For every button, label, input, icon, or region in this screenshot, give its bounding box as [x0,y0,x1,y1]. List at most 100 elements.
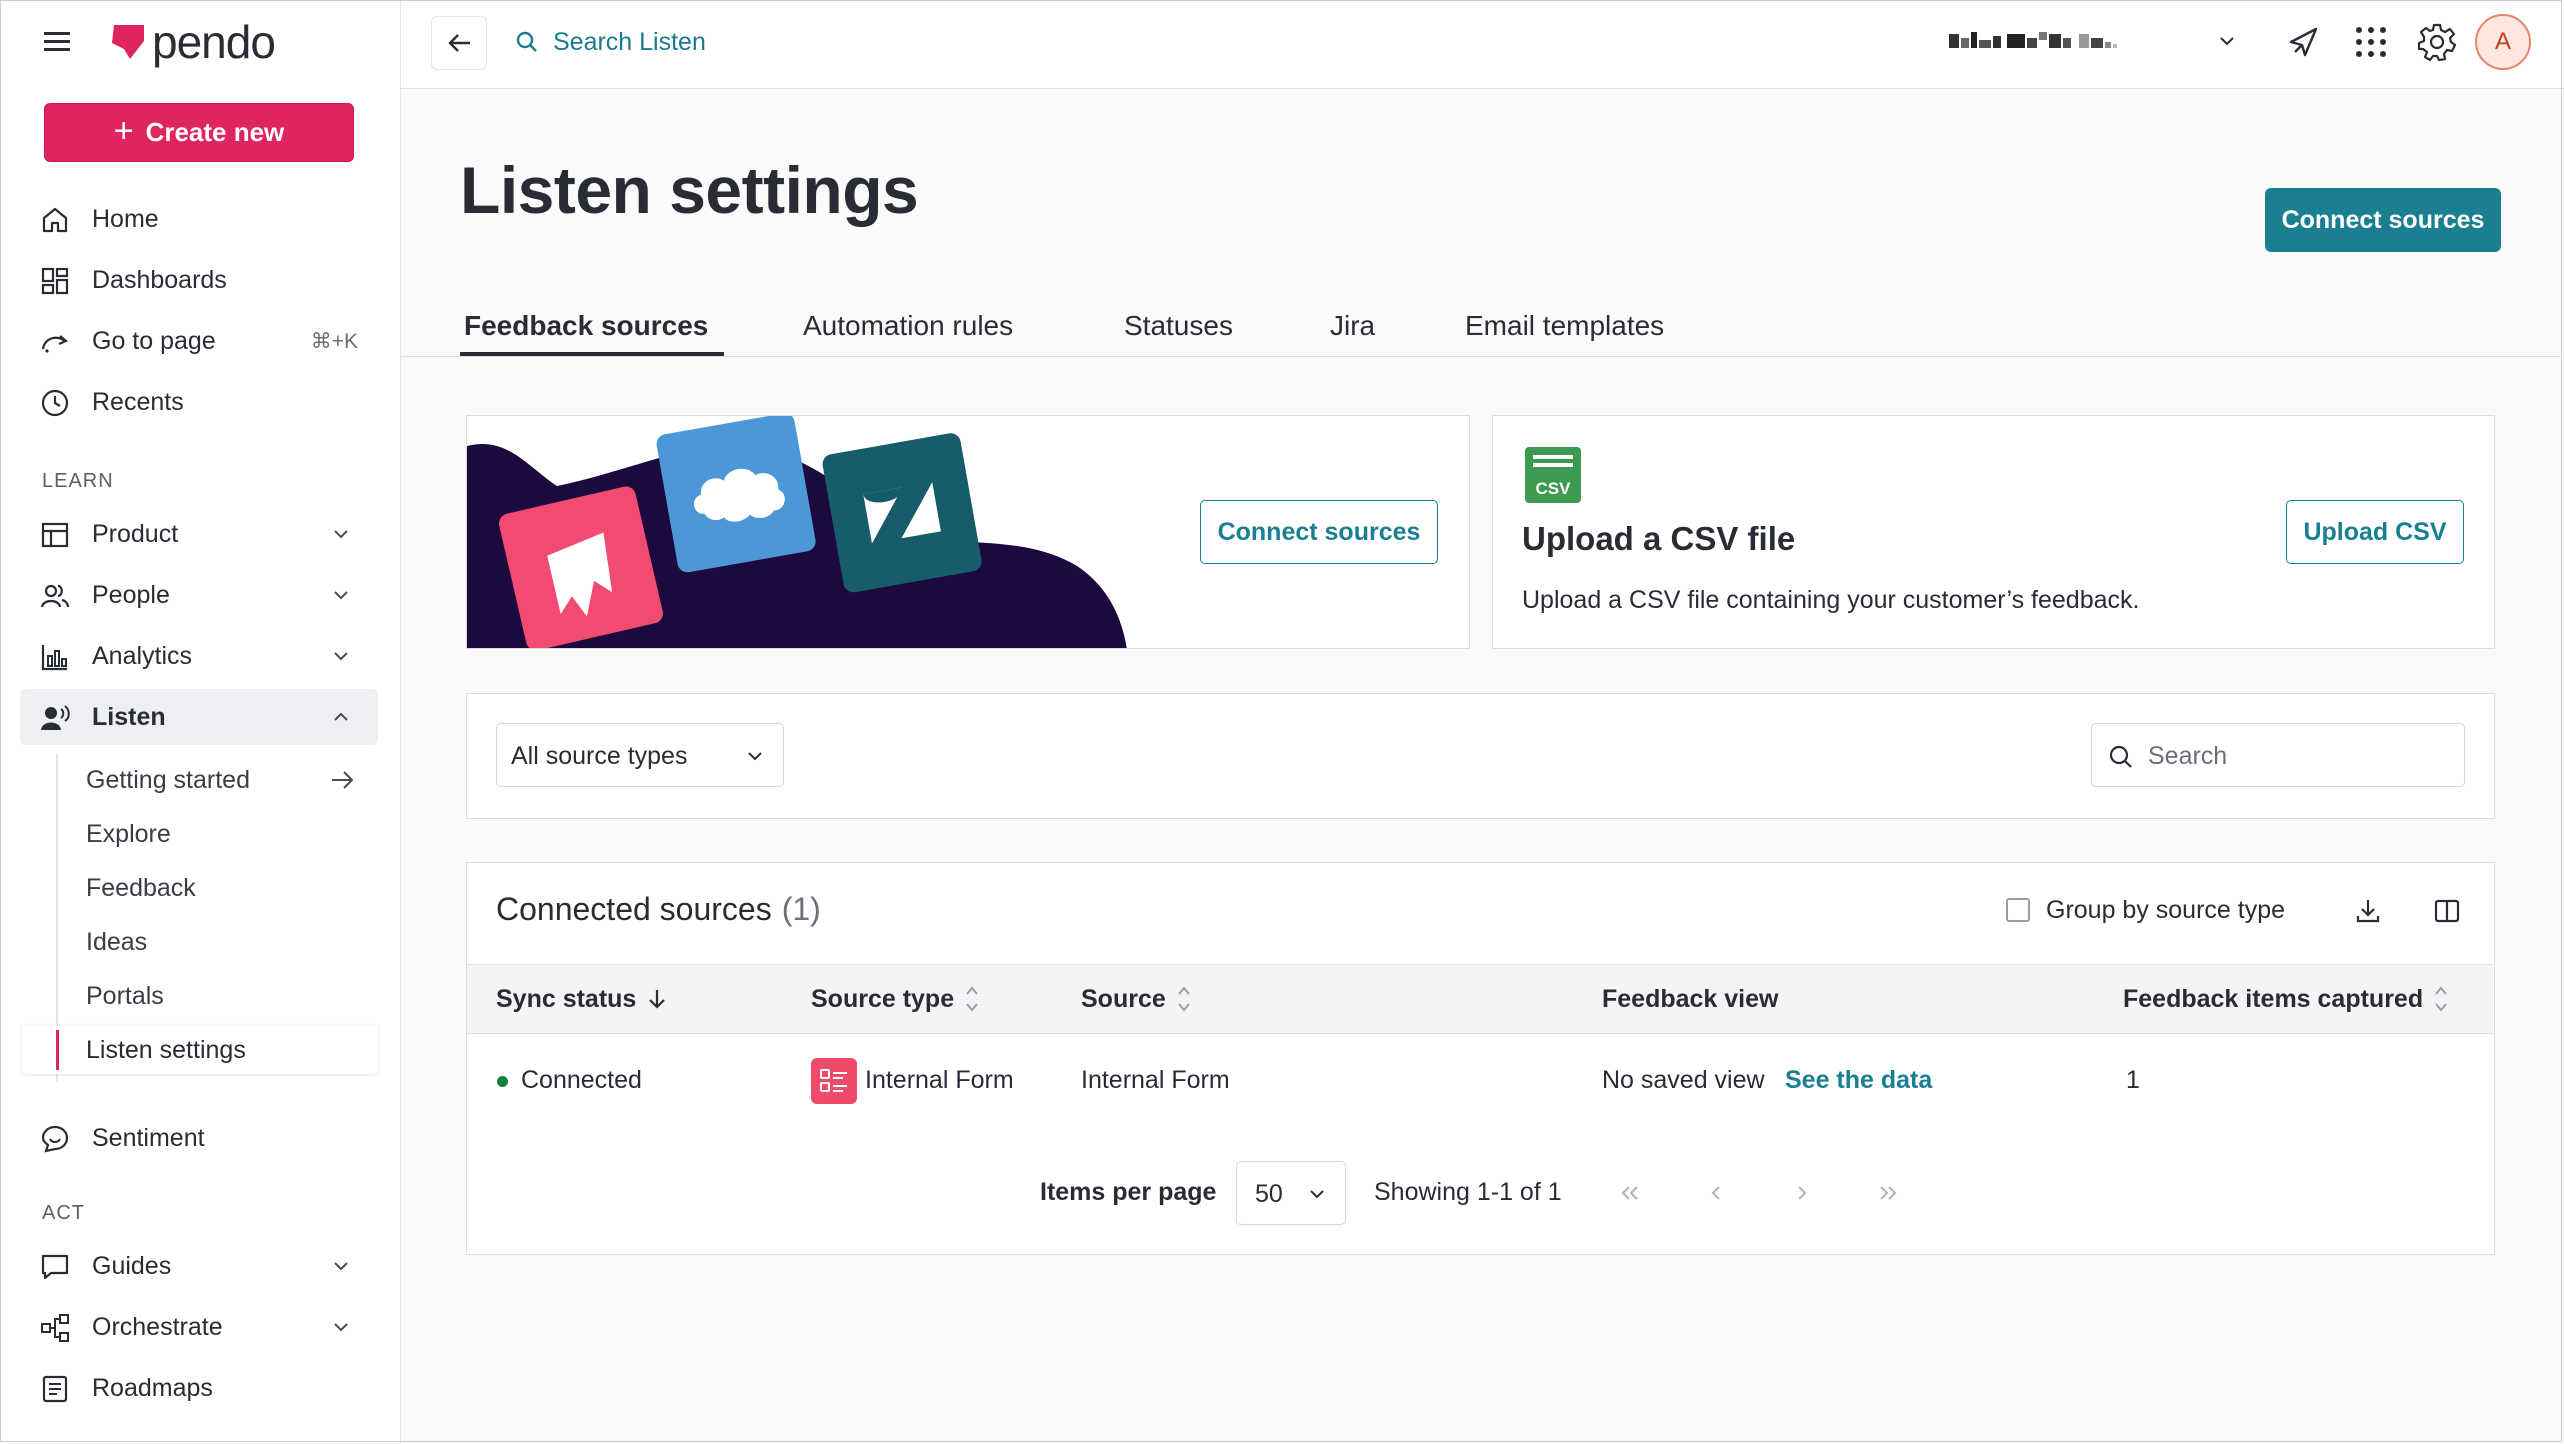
nav-sentiment[interactable]: Sentiment [20,1110,378,1166]
subnav-explore[interactable]: Explore [60,810,378,858]
user-avatar[interactable]: A [2475,14,2531,70]
nav-label: Analytics [92,641,193,670]
items-per-page-select[interactable]: 50 [1236,1161,1346,1225]
chevron-down-icon [748,752,762,761]
csv-title: Upload a CSV file [1522,520,1796,557]
pendo-logo[interactable]: pendo [108,18,276,66]
account-selector-redacted[interactable] [1949,30,2153,52]
sort-down-icon [649,990,666,1009]
pendo-mark-icon [112,25,144,59]
nav-guides[interactable]: Guides [20,1238,378,1294]
chevron-down-icon [1310,1190,1324,1199]
connect-sources-primary-button[interactable]: Connect sources [2265,188,2501,252]
group-by-checkbox[interactable] [2006,898,2030,922]
subnav-ideas[interactable]: Ideas [60,918,378,966]
search-field[interactable] [2091,723,2465,787]
search-input[interactable] [2146,734,2450,778]
subnav-label: Ideas [86,927,148,956]
items-per-page-label: Items per page [1040,1178,1217,1206]
connect-sources-button[interactable]: Connect sources [1200,500,1438,564]
chevron-down-icon [334,530,348,539]
chevron-down-icon [334,591,348,600]
prev-page-icon[interactable] [1701,1178,1731,1208]
create-new-button[interactable]: + Create new [44,103,354,162]
settings-gear-icon[interactable] [2417,22,2457,62]
apps-grid-icon[interactable] [2351,22,2391,62]
announcements-icon[interactable] [2283,22,2323,62]
tab-jira[interactable]: Jira [1330,296,1375,356]
nav-roadmaps[interactable]: Roadmaps [20,1360,378,1416]
subnav-label: Portals [86,981,164,1010]
status-dot-icon [497,1076,508,1087]
group-by-label: Group by source type [2046,896,2286,924]
subnav-getting-started[interactable]: Getting started [60,756,378,804]
col-feedback-view: Feedback view [1602,965,1778,1033]
nav-label: Roadmaps [92,1373,213,1402]
sort-icon [1177,986,1190,1012]
sidebar: pendo + Create new Home Dashboards Go to… [0,0,401,1444]
nav-recents[interactable]: Recents [20,374,378,430]
col-label: Source type [811,984,955,1013]
menu-icon[interactable] [42,28,74,56]
arrow-left-icon [448,34,470,52]
tab-statuses[interactable]: Statuses [1124,296,1233,356]
subnav-listen-settings[interactable]: Listen settings [22,1026,378,1074]
nav-people[interactable]: People [20,567,378,623]
subnav-label: Listen settings [86,1035,246,1064]
col-items-captured[interactable]: Feedback items captured [2123,965,2449,1033]
clock-icon [41,389,69,417]
columns-icon[interactable] [2432,896,2462,926]
act-heading: ACT [42,1202,85,1224]
table-title-text: Connected sources [496,891,772,927]
showing-count: Showing 1-1 of 1 [1374,1178,1562,1206]
last-page-icon[interactable] [1873,1178,1903,1208]
integrations-illustration [467,416,1127,648]
internal-form-icon [811,1058,857,1104]
source-type-select[interactable]: All source types [496,723,784,787]
see-the-data-link[interactable]: See the data [1785,1066,1932,1095]
nav-listen[interactable]: Listen [20,689,378,745]
first-page-icon[interactable] [1615,1178,1645,1208]
search-listen-button[interactable]: Search Listen [515,20,706,64]
nav-label: Home [92,204,159,233]
nav-dashboards[interactable]: Dashboards [20,252,378,308]
shortcut-hint: ⌘+K [310,329,358,353]
subnav-portals[interactable]: Portals [60,972,378,1020]
nav-product[interactable]: Product [20,506,378,562]
dashboards-icon [41,267,69,295]
subnav-feedback[interactable]: Feedback [60,864,378,912]
topbar: Search Listen A [401,0,2564,89]
nav-orchestrate[interactable]: Orchestrate [20,1299,378,1355]
upload-csv-button[interactable]: Upload CSV [2286,500,2464,564]
download-icon[interactable] [2353,896,2383,926]
cell-sync-status: Connected [521,1066,642,1094]
cell-source: Internal Form [1081,1066,1230,1094]
nav-label: People [92,580,170,609]
nav-go-to-page[interactable]: Go to page ⌘+K [20,313,378,369]
next-page-icon[interactable] [1787,1178,1817,1208]
home-icon [42,207,68,233]
col-source[interactable]: Source [1081,965,1192,1033]
nav-label: Dashboards [92,265,227,294]
back-button[interactable] [431,16,487,70]
nav-home[interactable]: Home [20,191,378,247]
orchestrate-icon [41,1314,69,1342]
table-header: Sync status Source type Source Feedback … [467,964,2493,1034]
people-icon [40,584,70,608]
cell-source-type: Internal Form [865,1066,1014,1094]
tab-automation-rules[interactable]: Automation rules [803,296,1013,356]
tab-email-templates[interactable]: Email templates [1465,296,1664,356]
subnav-label: Getting started [86,765,250,794]
analytics-icon [41,645,67,671]
nav-analytics[interactable]: Analytics [20,628,378,684]
cell-items-captured: 1 [2126,1066,2140,1094]
col-source-type[interactable]: Source type [811,965,980,1033]
col-sync-status[interactable]: Sync status [496,965,668,1033]
csv-icon-text: CSV [1536,479,1572,498]
tab-feedback-sources[interactable]: Feedback sources [464,296,708,356]
chevron-down-icon[interactable] [2216,30,2238,52]
guides-icon [41,1254,69,1280]
nav-label: Sentiment [92,1123,205,1152]
page-title: Listen settings [460,153,919,227]
listen-icon [41,705,70,730]
